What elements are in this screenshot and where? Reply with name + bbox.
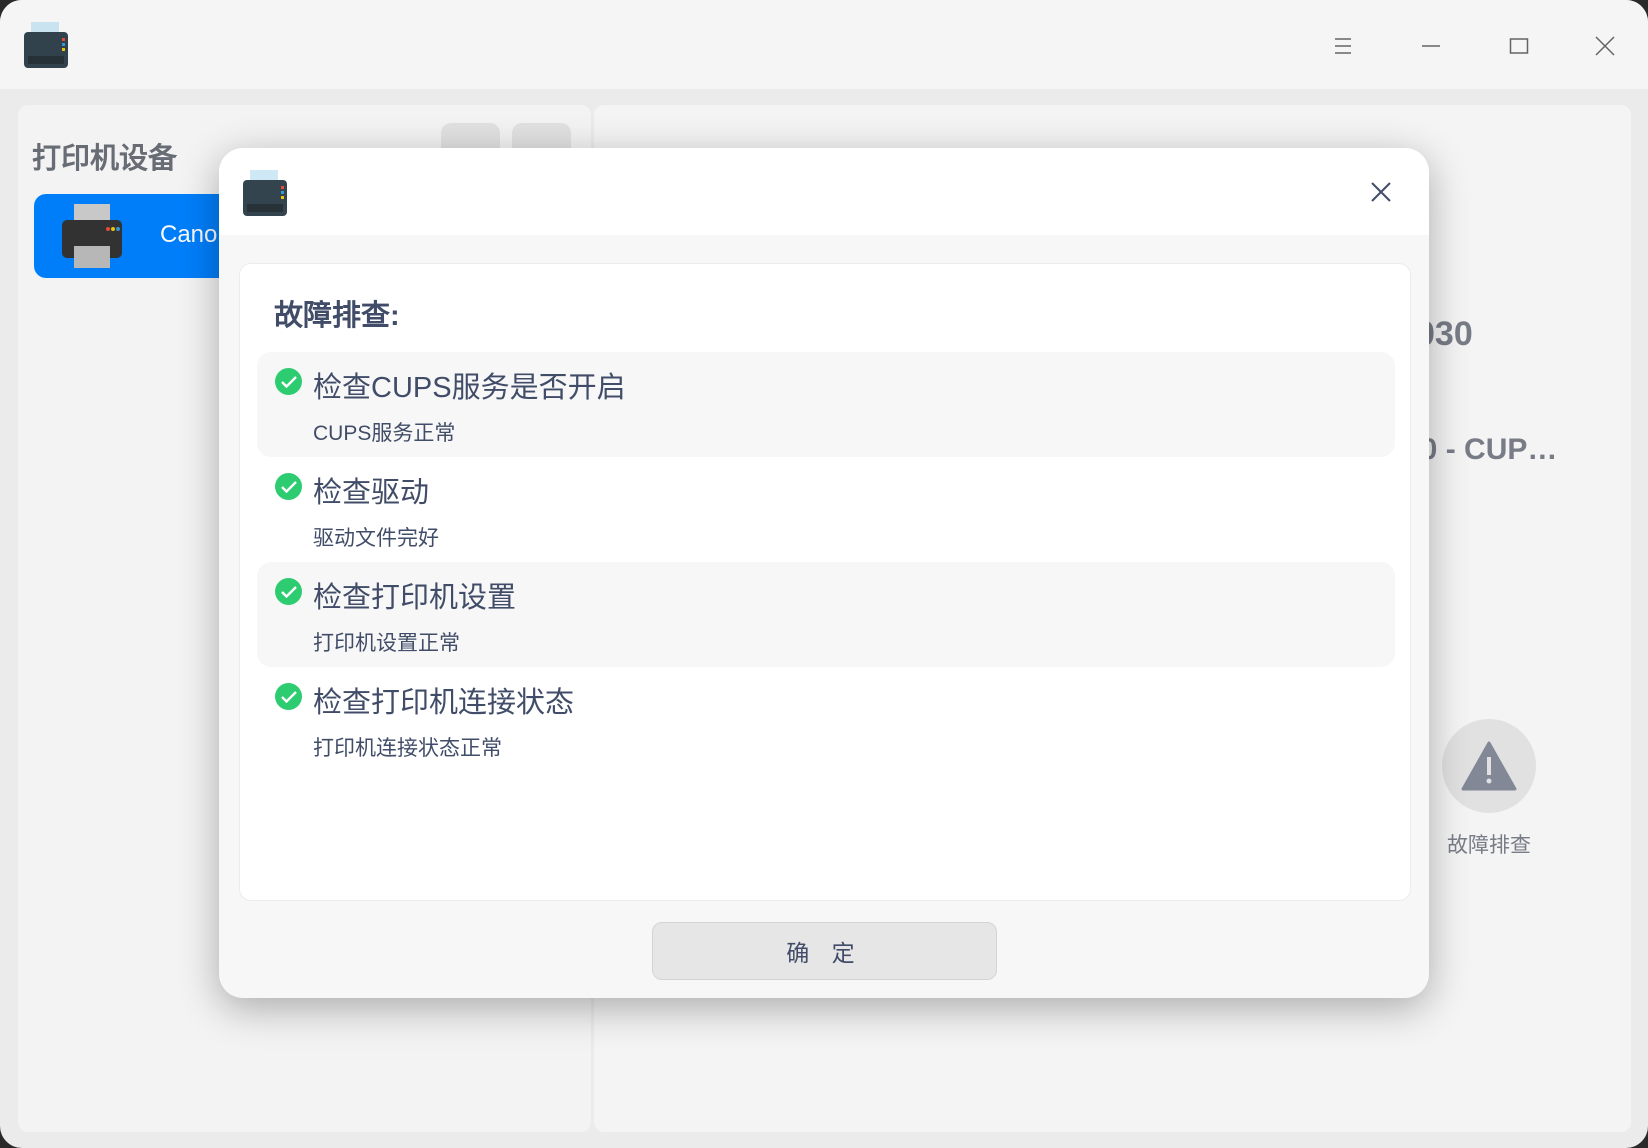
check-title: 检查驱动 bbox=[313, 477, 430, 509]
check-success-icon bbox=[275, 473, 302, 500]
check-status: 打印机设置正常 bbox=[313, 632, 460, 655]
close-icon bbox=[1371, 182, 1391, 202]
dialog-heading: 故障排查: bbox=[274, 300, 400, 332]
check-item: 检查CUPS服务是否开启 CUPS服务正常 bbox=[257, 352, 1395, 457]
printer-manager-window: 打印机设备 Canon- 030 30 - CUP… 故障排查 故障排查: 检查… bbox=[0, 0, 1648, 1148]
troubleshoot-results: 故障排查: 检查CUPS服务是否开启 CUPS服务正常 检查驱动 驱动文件完好 … bbox=[239, 263, 1411, 901]
printer-app-icon bbox=[243, 170, 287, 216]
check-success-icon bbox=[275, 368, 302, 395]
confirm-button[interactable]: 确 定 bbox=[652, 922, 997, 980]
check-title: 检查打印机连接状态 bbox=[313, 687, 575, 719]
check-item: 检查打印机设置 打印机设置正常 bbox=[257, 562, 1395, 667]
check-success-icon bbox=[275, 578, 302, 605]
check-status: CUPS服务正常 bbox=[313, 422, 456, 445]
check-item: 检查驱动 驱动文件完好 bbox=[257, 457, 1395, 562]
check-status: 打印机连接状态正常 bbox=[313, 737, 502, 760]
troubleshoot-dialog: 故障排查: 检查CUPS服务是否开启 CUPS服务正常 检查驱动 驱动文件完好 … bbox=[219, 148, 1429, 998]
dialog-close-button[interactable] bbox=[1361, 172, 1401, 212]
check-item: 检查打印机连接状态 打印机连接状态正常 bbox=[257, 667, 1395, 772]
check-title: 检查打印机设置 bbox=[313, 582, 517, 614]
check-title: 检查CUPS服务是否开启 bbox=[313, 372, 626, 404]
check-success-icon bbox=[275, 683, 302, 710]
check-status: 驱动文件完好 bbox=[313, 527, 439, 550]
